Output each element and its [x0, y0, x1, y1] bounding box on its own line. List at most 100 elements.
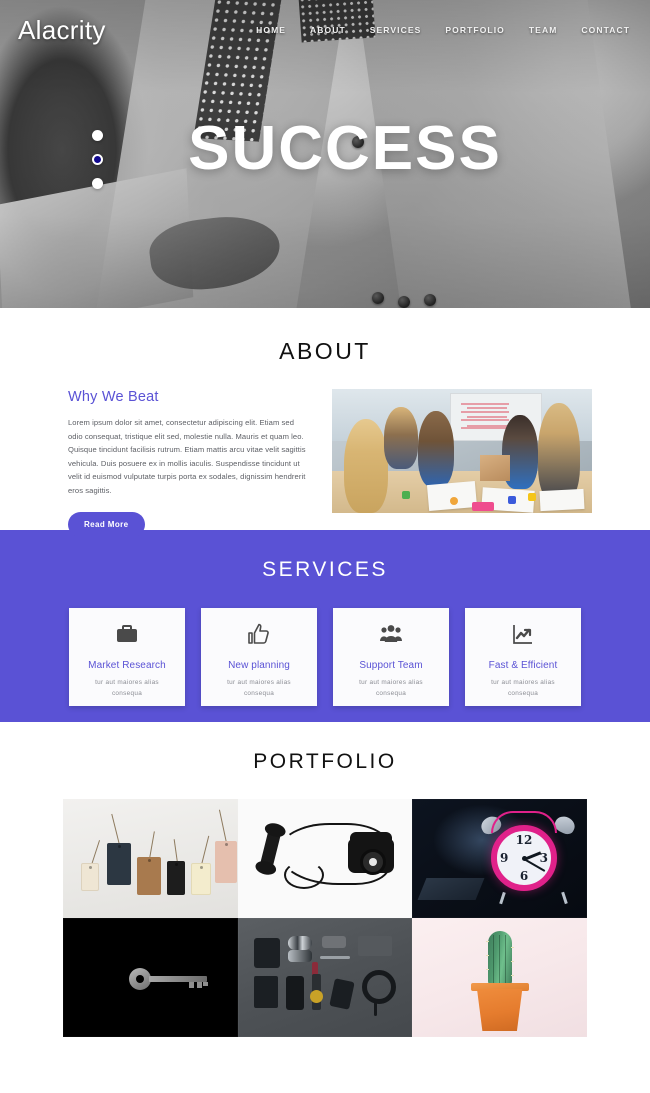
about-section: ABOUT Why We Beat Lorem ipsum dolor sit … [0, 308, 650, 538]
portfolio-item-rotary-telephone[interactable] [237, 799, 413, 918]
nav-item-home[interactable]: HOME [256, 25, 286, 35]
cactus-spine [510, 975, 514, 977]
eyeglasses [328, 978, 355, 1010]
price-tag [107, 843, 131, 885]
nav-item-about[interactable]: ABOUT [310, 25, 346, 35]
tag-string [111, 813, 121, 846]
about-section-title: ABOUT [279, 338, 371, 364]
card-holder [253, 976, 278, 1008]
services-section-title: SERVICES [262, 558, 388, 581]
cactus-spine [510, 947, 514, 949]
wallet [253, 938, 280, 968]
cardboard-box [480, 455, 510, 481]
bow-tie [321, 936, 346, 948]
service-title: Support Team [359, 660, 423, 671]
desk-object [528, 493, 536, 501]
nav-item-contact[interactable]: CONTACT [581, 25, 630, 35]
tag-string [218, 809, 228, 844]
clock-number-12: 12 [515, 833, 533, 847]
service-subtitle: tur aut maiores alias consequa [227, 679, 291, 697]
nav-item-services[interactable]: SERVICES [370, 25, 422, 35]
clock-number-6: 6 [519, 869, 529, 883]
cactus-rib [492, 935, 495, 983]
cactus-spine [510, 961, 514, 963]
wristwatch-face [309, 990, 323, 1003]
person-1 [344, 419, 388, 513]
paper-sheet [426, 480, 478, 512]
price-tag [191, 863, 211, 895]
site-logo[interactable]: Alacrity [18, 15, 106, 46]
portfolio-item-cactus[interactable] [412, 918, 587, 1037]
portfolio-item-alarm-clock[interactable]: 12 3 6 9 [412, 799, 587, 918]
desk-object [402, 491, 410, 499]
portfolio-section-title: PORTFOLIO [253, 750, 397, 773]
desk-object [450, 497, 458, 505]
person-3 [418, 411, 454, 487]
about-body: Why We Beat Lorem ipsum dolor sit amet, … [0, 365, 650, 538]
clock-center-pin [521, 855, 527, 861]
about-paragraph: Lorem ipsum dolor sit amet, consectetur … [68, 418, 306, 495]
portfolio-item-key[interactable] [63, 918, 238, 1037]
portfolio-grid: 12 3 6 9 [63, 799, 587, 1037]
portfolio-item-accessories-flatlay[interactable] [237, 918, 413, 1037]
desk-object [472, 502, 494, 511]
tag-string [173, 839, 179, 864]
portfolio-section: PORTFOLIO 12 3 6 9 [0, 722, 650, 1037]
about-image [332, 389, 592, 513]
hero-section: Alacrity HOME ABOUT SERVICES PORTFOLIO T… [0, 0, 650, 308]
price-tag [167, 861, 185, 895]
tag-string [149, 831, 156, 860]
main-navigation: Alacrity HOME ABOUT SERVICES PORTFOLIO T… [0, 0, 650, 60]
headphones [361, 970, 396, 1004]
service-title: New planning [228, 660, 290, 671]
nav-item-team[interactable]: TEAM [529, 25, 557, 35]
cactus-spine [485, 941, 489, 943]
carousel-dots [92, 130, 103, 189]
cactus-plant [485, 931, 514, 987]
paper-sheet [539, 488, 585, 512]
key-tooth [203, 982, 208, 986]
cactus-spine [485, 955, 489, 957]
paper-on-desk [417, 878, 485, 900]
portfolio-item-price-tags[interactable] [63, 799, 238, 918]
clock-number-9: 9 [500, 851, 509, 865]
service-card-new-planning[interactable]: New planning tur aut maiores alias conse… [201, 608, 317, 706]
about-heading: Why We Beat [68, 389, 159, 405]
carousel-dot-3[interactable] [92, 178, 103, 189]
person-5 [538, 403, 580, 503]
tag-string [91, 840, 101, 866]
carousel-dot-2-active[interactable] [92, 154, 103, 165]
service-card-support-team[interactable]: Support Team tur aut maiores alias conse… [333, 608, 449, 706]
nav-item-portfolio[interactable]: PORTFOLIO [445, 25, 504, 35]
alarm-bell-right [552, 813, 578, 837]
key-bow [129, 968, 151, 990]
briefcase-icon [114, 621, 140, 647]
smartphone [285, 976, 304, 1010]
clock-leg [560, 891, 567, 905]
service-title: Market Research [88, 660, 166, 671]
notebook [357, 936, 392, 956]
clock-leg [498, 891, 505, 905]
about-text-column: Why We Beat Lorem ipsum dolor sit amet, … [68, 389, 306, 538]
cactus-spine [485, 969, 489, 971]
headphone-cable [373, 1002, 377, 1016]
key-tooth [197, 982, 202, 988]
tag-string [201, 835, 210, 866]
users-group-icon [378, 621, 404, 647]
key-tooth [189, 982, 194, 988]
services-section: SERVICES Market Research tur aut maiores… [0, 530, 650, 722]
person-2 [384, 407, 418, 469]
desk-object [508, 496, 516, 504]
price-tag [81, 863, 99, 891]
sunglasses-lens [287, 950, 312, 962]
phone-cord-loop [283, 861, 324, 889]
service-card-fast-efficient[interactable]: Fast & Efficient tur aut maiores alias c… [465, 608, 581, 706]
price-tag [137, 857, 161, 895]
price-tag [215, 841, 237, 883]
service-card-market-research[interactable]: Market Research tur aut maiores alias co… [69, 608, 185, 706]
service-subtitle: tur aut maiores alias consequa [359, 679, 423, 697]
read-more-button[interactable]: Read More [68, 512, 145, 538]
carousel-dot-1[interactable] [92, 130, 103, 141]
cactus-rib [498, 935, 501, 983]
chart-line-up-icon [510, 621, 536, 647]
